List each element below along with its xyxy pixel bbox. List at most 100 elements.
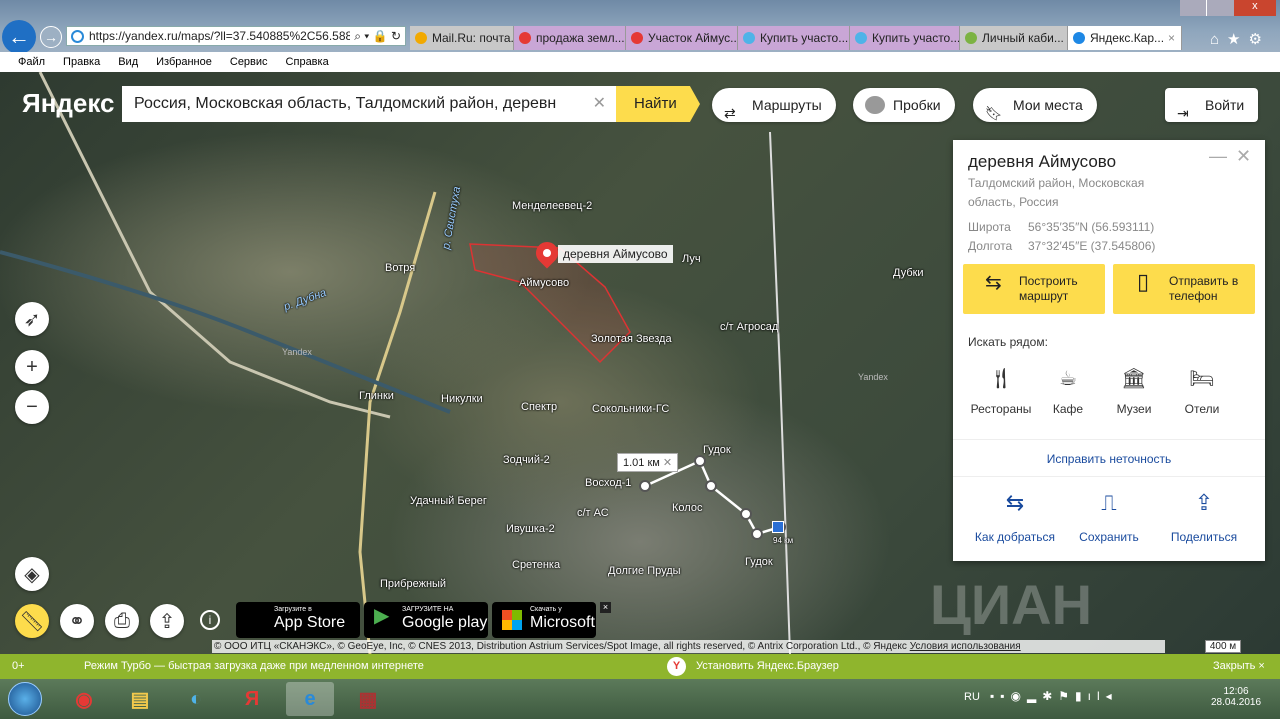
ie-taskbar-icon[interactable]: e [286,682,334,716]
tab-label: Яндекс.Кар... [1090,31,1165,45]
routes-icon: ⇄ [724,105,736,121]
nearby-label: Рестораны [970,402,1032,416]
tray-icons[interactable]: ▪▪◉▂✱⚑▮ıl◂ [990,689,1118,703]
minimize-card-icon[interactable]: — [1209,146,1227,167]
ruler-button[interactable]: 📏︎ [15,604,49,638]
menu-tools[interactable]: Сервис [230,56,268,68]
build-route-button[interactable]: ⇆ Построить маршрут [963,264,1105,314]
print-button[interactable]: ⎙ [105,604,139,638]
clear-search-icon[interactable]: ✕ [588,86,606,122]
tab-label: Личный каби... [982,31,1064,45]
yandex-taskbar-icon[interactable]: Я [228,682,276,716]
map-label: Удачный Берег [410,495,487,507]
menu-help[interactable]: Справка [286,56,329,68]
nearby-hotels[interactable]: 🛏︎ Отели [1164,366,1240,416]
search-nearby-label: Искать рядом: [968,335,1048,349]
share-button[interactable]: ⇪ [150,604,184,638]
my-places-button[interactable]: 🔖︎ Мои места [973,88,1097,122]
traffic-icon [865,96,885,114]
plus-icon: + [26,355,38,378]
cabinet-icon [965,32,977,44]
tab-kupit-1[interactable]: Купить участо... [738,26,850,50]
window-controls[interactable]: x [1180,0,1276,16]
zoom-out-button[interactable]: − [15,390,49,424]
find-button[interactable]: Найти [616,86,700,122]
scale-label: 400 м [1204,640,1242,653]
layers-icon: ◈ [24,563,40,586]
close-turbo-button[interactable]: Закрыть × [1213,654,1265,679]
fix-inaccuracy-link[interactable]: Исправить неточность [953,452,1265,466]
longitude-value[interactable]: 37°32′45″E (37.545806) [1028,239,1155,253]
menu-file[interactable]: Файл [18,56,45,68]
close-badges-icon[interactable]: × [600,602,611,613]
how-to-get-button[interactable]: ⇆ Как добраться [965,490,1065,544]
pin-label[interactable]: деревня Аймусово [558,245,673,263]
geolocation-button[interactable]: ➶ [15,302,49,336]
start-button[interactable] [8,682,42,716]
info-icon[interactable]: i [200,610,220,630]
ruler-distance-label: 1.01 км ✕ [617,453,679,472]
explorer-taskbar-icon[interactable]: ▤ [116,682,164,716]
language-indicator[interactable]: RU [964,691,980,703]
close-card-icon[interactable]: ✕ [1236,146,1251,167]
login-button[interactable]: ⇥ Войти [1165,88,1259,122]
app-store-badge[interactable]: Загрузите в App Store [236,602,360,638]
menu-view[interactable]: Вид [118,56,138,68]
ruler-distance: 1.01 км [623,457,660,469]
address-bar[interactable]: https://yandex.ru/maps/?ll=37.540885%2C5… [66,26,406,46]
share-place-button[interactable]: ⇪ Поделиться [1154,490,1254,544]
close-tab-icon[interactable]: × [1168,26,1175,50]
send-to-phone-button[interactable]: ▯ Отправить в телефон [1113,264,1255,314]
nearby-restaurants[interactable]: 🍴︎ Рестораны [963,366,1039,416]
google-play-badge[interactable]: ▶ ЗАГРУЗИТЕ НА Google play [364,602,488,638]
tab-mailru[interactable]: Mail.Ru: почта... [410,26,514,50]
latitude-value[interactable]: 56°35′35″N (56.593111) [1028,220,1154,234]
tab-yandex-maps[interactable]: Яндекс.Кар... × [1068,26,1182,50]
back-button[interactable]: ← [2,20,36,54]
routes-button[interactable]: ⇄ Маршруты [712,88,836,122]
browser-toolbar-icons[interactable]: ⌂★⚙ [1210,30,1270,48]
turbo-notification-bar: 0+ Режим Турбо — быстрая загрузка даже п… [0,654,1280,679]
map-label: Аймусово [519,277,570,289]
divider [953,476,1265,477]
install-browser-link[interactable]: Установить Яндекс.Браузер [696,654,839,679]
clock[interactable]: 12:06 28.04.2016 [1206,686,1266,708]
microsoft-badge[interactable]: Скачать у Microsoft [492,602,596,638]
close-window-icon[interactable]: x [1233,0,1276,16]
map-label: Гудок [745,556,773,568]
tab-yandex-search[interactable]: продажа земл... [514,26,626,50]
forward-button[interactable]: → [40,26,62,48]
panorama-button[interactable]: ⚭ [60,604,94,638]
traffic-button[interactable]: Пробки [853,88,955,122]
yandex-logo[interactable]: Яндекс [22,88,115,119]
menu-favorites[interactable]: Избранное [156,56,212,68]
address-icons[interactable]: ⌕ ▾ 🔒 ↻ [350,27,401,45]
search-input[interactable]: Россия, Московская область, Талдомский р… [122,86,616,122]
restore-icon[interactable] [1206,0,1234,16]
minimize-icon[interactable] [1180,0,1207,16]
winrar-taskbar-icon[interactable]: ▦ [344,682,392,716]
microsoft-icon [502,610,522,630]
tab-uchastok[interactable]: Участок Аймус... [626,26,738,50]
ruler-close-icon[interactable]: ✕ [663,457,672,469]
nearby-museums[interactable]: 🏛︎ Музеи [1096,366,1172,416]
layers-button[interactable]: ◈ [15,557,49,591]
map-label: Спектр [521,401,558,413]
ie-icon [71,30,84,43]
chrome-taskbar-icon[interactable]: ◉ [60,682,108,716]
map-scale: 400 м [1186,640,1260,653]
media-taskbar-icon[interactable]: ◐ [172,682,220,716]
nearby-label: Отели [1184,402,1220,416]
zoom-in-button[interactable]: + [15,350,49,384]
menu-edit[interactable]: Правка [63,56,100,68]
map-label: Вотря [385,262,416,274]
time: 12:06 [1223,686,1249,697]
coffee-cup-icon: ☕︎ [1059,368,1077,390]
tab-kupit-2[interactable]: Купить участо... [850,26,960,50]
save-button[interactable]: ⎍ Сохранить [1059,490,1159,544]
yandex-browser-icon: Y [667,657,686,676]
terms-link[interactable]: Условия использования [910,641,1021,652]
age-rating: 0+ [12,660,25,672]
tab-cabinet[interactable]: Личный каби... [960,26,1068,50]
nearby-cafe[interactable]: ☕︎ Кафе [1030,366,1106,416]
